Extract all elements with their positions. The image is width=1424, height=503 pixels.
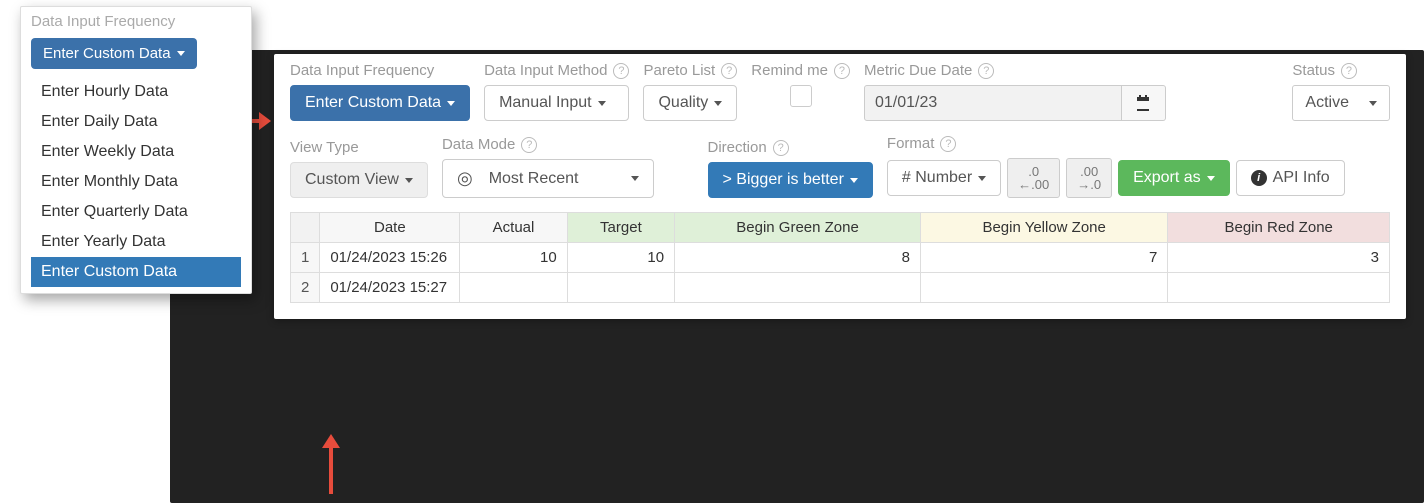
dropdown-item-weekly[interactable]: Enter Weekly Data [31, 137, 241, 167]
caret-down-icon [177, 51, 185, 56]
status-value: Active [1305, 94, 1349, 112]
data-input-method-label: Manual Input [499, 94, 592, 112]
popover-title: Data Input Frequency [31, 13, 241, 30]
increase-decimals-button[interactable]: .00→.0 [1066, 158, 1112, 198]
data-mode-button[interactable]: ◎ Most Recent [442, 159, 654, 198]
increase-decimals-icon: .00→.0 [1077, 165, 1101, 191]
direction-label: > Bigger is better [723, 171, 844, 189]
label-data-input-frequency: Data Input Frequency [290, 62, 470, 79]
data-input-method-button[interactable]: Manual Input [484, 85, 629, 121]
dropdown-item-custom[interactable]: Enter Custom Data [31, 257, 241, 287]
caret-down-icon [978, 176, 986, 181]
frequency-dropdown-popover: Data Input Frequency Enter Custom Data E… [20, 6, 252, 294]
format-button[interactable]: # Number [887, 160, 1001, 196]
decrease-decimals-icon: .0←.00 [1018, 165, 1049, 191]
help-icon[interactable]: ? [721, 63, 737, 79]
info-icon: i [1251, 170, 1267, 186]
remind-me-checkbox[interactable] [790, 85, 812, 107]
label-data-mode: Data Mode ? [442, 136, 654, 153]
annotation-arrow-up-icon [318, 432, 344, 496]
view-type-button[interactable]: Custom View [290, 162, 428, 198]
calendar-icon [1135, 95, 1151, 111]
caret-down-icon [1369, 101, 1377, 106]
metric-due-date-input[interactable] [864, 85, 1122, 121]
caret-down-icon [714, 101, 722, 106]
dropdown-item-yearly[interactable]: Enter Yearly Data [31, 227, 241, 257]
col-actual: Actual [460, 213, 567, 243]
export-as-label: Export as [1133, 169, 1201, 187]
data-input-frequency-label: Enter Custom Data [305, 94, 441, 112]
label-remind-me: Remind me ? [751, 62, 850, 79]
caret-down-icon [405, 178, 413, 183]
col-red: Begin Red Zone [1168, 213, 1390, 243]
label-format: Format ? [887, 135, 1345, 152]
caret-down-icon [598, 101, 606, 106]
api-info-button[interactable]: i API Info [1236, 160, 1345, 196]
label-view-type: View Type [290, 139, 428, 156]
view-type-label: Custom View [305, 171, 399, 189]
calendar-button[interactable] [1122, 85, 1166, 121]
label-metric-due-date: Metric Due Date ? [864, 62, 1166, 79]
dropdown-item-quarterly[interactable]: Enter Quarterly Data [31, 197, 241, 227]
data-input-frequency-button[interactable]: Enter Custom Data [290, 85, 470, 121]
label-status: Status ? [1292, 62, 1390, 79]
export-as-button[interactable]: Export as [1118, 160, 1230, 196]
decrease-decimals-button[interactable]: .0←.00 [1007, 158, 1060, 198]
pareto-list-label: Quality [658, 94, 708, 112]
col-green: Begin Green Zone [675, 213, 921, 243]
col-yellow: Begin Yellow Zone [920, 213, 1167, 243]
dropdown-item-hourly[interactable]: Enter Hourly Data [31, 77, 241, 107]
help-icon[interactable]: ? [978, 63, 994, 79]
col-date: Date [320, 213, 460, 243]
table-row[interactable]: 1 01/24/2023 15:26 10 10 8 7 3 [291, 243, 1390, 273]
help-icon[interactable]: ? [1341, 63, 1357, 79]
help-icon[interactable]: ? [834, 63, 850, 79]
popover-main-label: Enter Custom Data [43, 45, 171, 62]
label-direction: Direction ? [708, 139, 873, 156]
help-icon[interactable]: ? [773, 140, 789, 156]
data-mode-label: Most Recent [489, 170, 579, 188]
help-icon[interactable]: ? [940, 136, 956, 152]
pareto-list-button[interactable]: Quality [643, 85, 737, 121]
api-info-label: API Info [1273, 169, 1330, 187]
col-target: Target [567, 213, 674, 243]
popover-main-button[interactable]: Enter Custom Data [31, 38, 197, 69]
target-icon: ◎ [457, 168, 473, 189]
direction-button[interactable]: > Bigger is better [708, 162, 873, 198]
table-corner [291, 213, 320, 243]
help-icon[interactable]: ? [521, 137, 537, 153]
label-data-input-method: Data Input Method ? [484, 62, 629, 79]
dropdown-item-daily[interactable]: Enter Daily Data [31, 107, 241, 137]
data-table: Date Actual Target Begin Green Zone Begi… [290, 212, 1390, 303]
caret-down-icon [1207, 176, 1215, 181]
caret-down-icon [850, 178, 858, 183]
settings-panel: Data Input Frequency Enter Custom Data D… [274, 54, 1406, 319]
dropdown-item-monthly[interactable]: Enter Monthly Data [31, 167, 241, 197]
help-icon[interactable]: ? [613, 63, 629, 79]
format-label: # Number [902, 169, 972, 187]
status-select[interactable]: Active [1292, 85, 1390, 121]
caret-down-icon [447, 101, 455, 106]
caret-down-icon [631, 176, 639, 181]
table-row[interactable]: 2 01/24/2023 15:27 [291, 273, 1390, 303]
label-pareto-list: Pareto List ? [643, 62, 737, 79]
